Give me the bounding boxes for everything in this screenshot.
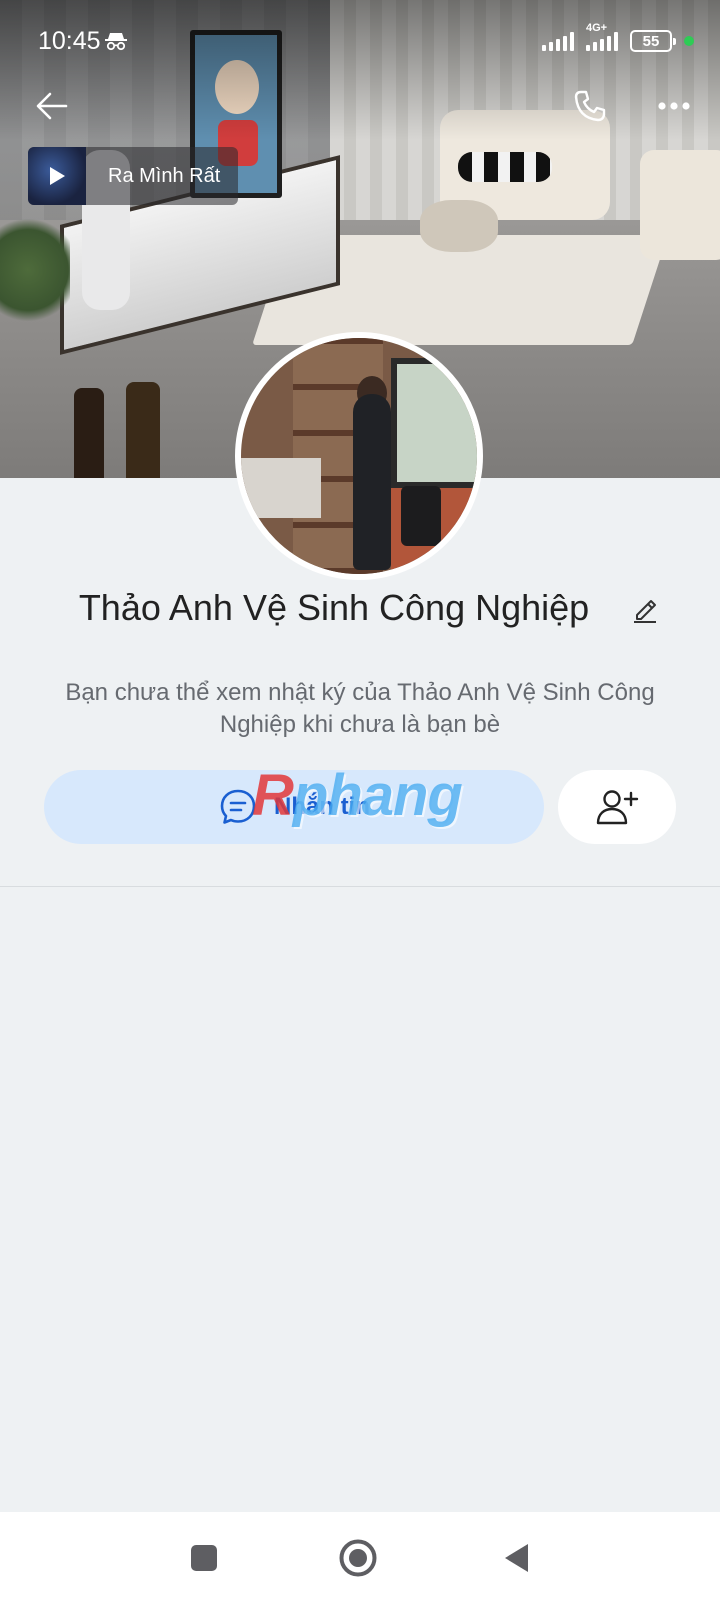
more-horizontal-icon — [658, 102, 690, 110]
cover-striped-pillow — [458, 152, 552, 182]
edit-name-button[interactable] — [630, 594, 660, 624]
status-bar: 10:45 4G+ 55 — [0, 0, 720, 80]
cover-ottoman — [420, 200, 498, 252]
active-indicator-dot — [684, 36, 694, 46]
circle-icon — [339, 1539, 377, 1577]
play-icon — [50, 167, 65, 185]
music-thumbnail — [28, 147, 86, 205]
cover-armchair — [640, 150, 720, 260]
signal-strength-icon — [542, 31, 574, 51]
add-friend-button[interactable] — [558, 770, 676, 844]
cover-plant — [0, 210, 70, 330]
diary-restriction-notice: Bạn chưa thể xem nhật ký của Thảo Anh Vệ… — [65, 679, 655, 738]
recents-button[interactable] — [180, 1534, 228, 1582]
chat-bubble-icon — [220, 789, 256, 824]
call-button[interactable] — [568, 84, 612, 128]
more-options-button[interactable] — [652, 84, 696, 128]
avatar-bag — [401, 486, 441, 546]
network-type: 4G+ — [586, 22, 608, 34]
profile-music-chip[interactable]: Ra Mình Rất — [28, 147, 238, 205]
avatar[interactable] — [235, 332, 483, 580]
signal-strength-4g-icon: 4G+ — [586, 22, 618, 51]
pencil-icon — [634, 600, 656, 623]
status-indicators: 4G+ 55 — [542, 22, 694, 54]
send-message-label: Nhắn tin — [274, 793, 370, 820]
back-button[interactable] — [30, 84, 74, 128]
battery-icon: 55 — [630, 30, 676, 52]
system-navigation-bar — [0, 1512, 720, 1600]
phone-icon — [574, 90, 606, 122]
add-user-icon — [596, 790, 639, 825]
cover-wine-bottle — [126, 382, 160, 478]
square-icon — [191, 1545, 217, 1571]
cover-wine-bottle — [74, 388, 104, 478]
avatar-desk — [241, 458, 321, 518]
system-back-button[interactable] — [492, 1534, 540, 1582]
triangle-back-icon — [505, 1544, 528, 1572]
avatar-window — [391, 358, 477, 488]
profile-name-text: Thảo Anh Vệ Sinh Công Nghiệp — [78, 587, 590, 628]
section-divider — [0, 886, 720, 887]
home-button[interactable] — [334, 1534, 382, 1582]
incognito-icon — [104, 30, 128, 52]
arrow-left-icon — [36, 92, 68, 120]
music-title: Ra Mình Rất — [108, 164, 221, 187]
profile-name: Thảo Anh Vệ Sinh Công Nghiệp — [0, 587, 720, 629]
status-time: 10:45 — [38, 27, 101, 55]
battery-level: 55 — [642, 32, 660, 50]
send-message-button[interactable]: Nhắn tin — [44, 770, 544, 844]
avatar-person — [353, 394, 391, 570]
